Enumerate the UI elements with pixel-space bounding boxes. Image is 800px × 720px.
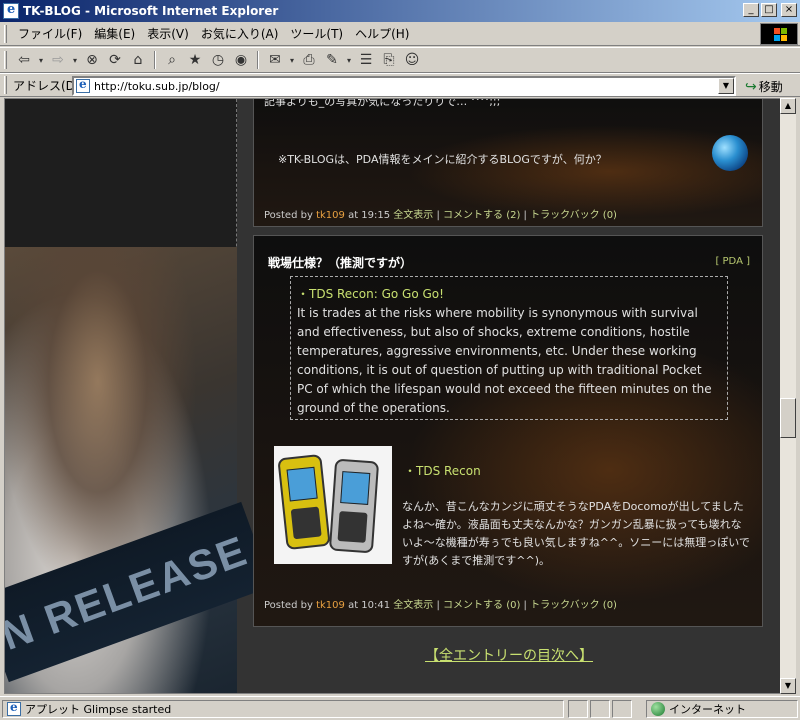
post-time: at 19:15: [348, 210, 391, 221]
scroll-down-icon[interactable]: ▼: [780, 678, 796, 694]
window-title: TK-BLOG - Microsoft Internet Explorer: [23, 4, 279, 18]
posted-by-label: Posted by: [264, 600, 313, 611]
post2-footer: Posted by tk109 at 10:41 全文表示 | コメントする (…: [264, 600, 617, 611]
quote-text: It is trades at the risks where mobility…: [297, 306, 712, 415]
minimize-button[interactable]: _: [743, 3, 759, 17]
menu-bar: ファイル(F) 編集(E) 表示(V) お気に入り(A) ツール(T) ヘルプ(…: [0, 22, 800, 46]
post1-partial-text: 記事よりも_の写真が気になったりりで… ^^;;;: [264, 98, 501, 108]
post2-text: なんか、昔こんなカンジに頑丈そうなPDAをDocomoが出してましたよね～確か。…: [402, 500, 750, 567]
page-icon: [76, 77, 90, 93]
release-sign-text: N RELEASE: [4, 526, 254, 660]
comment-link[interactable]: コメントする (2): [443, 210, 520, 221]
status-pane-small: [612, 700, 632, 718]
media-icon[interactable]: ◉: [231, 50, 251, 70]
go-label: 移動: [758, 80, 783, 94]
zone-label: インターネット: [669, 703, 746, 716]
windows-logo: [760, 23, 798, 45]
home-icon[interactable]: ⌂: [128, 50, 148, 70]
go-button[interactable]: ↪ 移動: [745, 78, 783, 95]
trackback-link[interactable]: トラックバック (0): [530, 600, 617, 611]
blog-post-2: 戦場仕様？（推測ですが） [ PDA ] ・TDS Recon: Go Go G…: [253, 235, 763, 627]
post-category[interactable]: [ PDA ]: [715, 256, 750, 267]
menu-grip[interactable]: [4, 25, 7, 43]
left-sidebar: N RELEASE: [5, 99, 272, 693]
address-grip[interactable]: [4, 76, 7, 94]
menu-view[interactable]: 表示(V): [141, 25, 195, 42]
mail-dropdown-icon[interactable]: ▾: [288, 50, 296, 70]
comment-link[interactable]: コメントする (0): [443, 600, 520, 611]
address-field[interactable]: ▼: [72, 76, 736, 96]
address-input[interactable]: [94, 79, 714, 93]
status-bar: アプレット Glimpse started インターネット: [0, 696, 800, 720]
research-icon[interactable]: ⎘: [379, 50, 399, 70]
address-label: アドレス(D): [13, 78, 80, 93]
back-dropdown-icon[interactable]: ▾: [37, 50, 45, 70]
mail-icon[interactable]: ✉: [265, 50, 285, 70]
page-viewport[interactable]: N RELEASE 記事よりも_の写真が気になったりりで… ^^;;; ※TK-…: [4, 98, 781, 694]
edit-dropdown-icon[interactable]: ▾: [345, 50, 353, 70]
post1-text: ※TK-BLOGは、PDA情報をメインに紹介するBLOGですが、何か？: [278, 153, 607, 166]
toc-link[interactable]: 【全エントリーの目次へ】: [425, 645, 593, 665]
go-arrow-icon: ↪: [745, 78, 757, 95]
favorites-icon[interactable]: ★: [185, 50, 205, 70]
menu-favorites[interactable]: お気に入り(A): [195, 25, 285, 42]
forward-dropdown-icon[interactable]: ▾: [71, 50, 79, 70]
menu-file[interactable]: ファイル(F): [12, 25, 88, 42]
quote-box: ・TDS Recon: Go Go Go! It is trades at th…: [290, 276, 728, 420]
scroll-up-icon[interactable]: ▲: [780, 98, 796, 114]
sidebar-photo: N RELEASE: [5, 247, 272, 693]
messenger-icon[interactable]: ☺: [402, 50, 422, 70]
toolbar-grip[interactable]: [4, 51, 7, 69]
address-dropdown-icon[interactable]: ▼: [718, 78, 734, 94]
menu-edit[interactable]: 編集(E): [88, 25, 141, 42]
status-message-pane: アプレット Glimpse started: [2, 700, 564, 718]
edit-icon[interactable]: ✎: [322, 50, 342, 70]
history-icon[interactable]: ◷: [208, 50, 228, 70]
internet-zone-icon: [651, 702, 665, 716]
author-link[interactable]: tk109: [316, 210, 345, 221]
search-icon[interactable]: ⌕: [162, 50, 182, 70]
title-bar[interactable]: TK-BLOG - Microsoft Internet Explorer _ …: [0, 0, 800, 22]
product-image[interactable]: [274, 446, 392, 564]
status-message: アプレット Glimpse started: [25, 703, 172, 716]
posted-by-label: Posted by: [264, 210, 313, 221]
quote-link[interactable]: ・TDS Recon: Go Go Go!: [297, 285, 721, 304]
post1-footer: Posted by tk109 at 19:15 全文表示 | コメントする (…: [264, 210, 617, 221]
globe-icon: [712, 135, 748, 171]
full-text-link[interactable]: 全文表示: [393, 600, 433, 611]
release-sign: N RELEASE: [4, 501, 272, 683]
blog-post-1: 記事よりも_の写真が気になったりりで… ^^;;; ※TK-BLOGは、PDA情…: [253, 98, 763, 227]
full-text-link[interactable]: 全文表示: [393, 210, 433, 221]
refresh-icon[interactable]: ⟳: [105, 50, 125, 70]
ie-icon: [3, 2, 19, 19]
post-title[interactable]: 戦場仕様？（推測ですが）: [268, 254, 412, 271]
status-page-icon: [7, 700, 21, 716]
pda-device-yellow: [277, 453, 331, 551]
vertical-scrollbar[interactable]: ▲ ▼: [780, 98, 796, 694]
toolbar-separator: [154, 51, 156, 69]
status-pane-small: [568, 700, 588, 718]
toolbar: ⇦ ▾ ⇨ ▾ ⊗ ⟳ ⌂ ⌕ ★ ◷ ◉ ✉ ▾ ⎙ ✎ ▾ ☰ ⎘ ☺: [0, 47, 800, 73]
toolbar-separator: [257, 51, 259, 69]
print-icon[interactable]: ⎙: [299, 50, 319, 70]
back-icon[interactable]: ⇦: [14, 50, 34, 70]
trackback-link[interactable]: トラックバック (0): [530, 210, 617, 221]
menu-tools[interactable]: ツール(T): [284, 25, 349, 42]
scroll-thumb[interactable]: [780, 398, 796, 438]
discuss-icon[interactable]: ☰: [356, 50, 376, 70]
address-bar: アドレス(D) ▼ ↪ 移動: [0, 73, 800, 97]
maximize-button[interactable]: □: [761, 3, 777, 17]
close-button[interactable]: ×: [781, 3, 797, 17]
forward-icon[interactable]: ⇨: [48, 50, 68, 70]
stop-icon[interactable]: ⊗: [82, 50, 102, 70]
security-zone-pane: インターネット: [646, 700, 798, 718]
pda-device-silver: [328, 458, 380, 554]
post-time: at 10:41: [348, 600, 391, 611]
content-column: 記事よりも_の写真が気になったりりで… ^^;;; ※TK-BLOGは、PDA情…: [253, 98, 763, 693]
author-link[interactable]: tk109: [316, 600, 345, 611]
menu-help[interactable]: ヘルプ(H): [349, 25, 415, 42]
status-pane-small: [590, 700, 610, 718]
product-link[interactable]: ・TDS Recon: [404, 462, 481, 479]
